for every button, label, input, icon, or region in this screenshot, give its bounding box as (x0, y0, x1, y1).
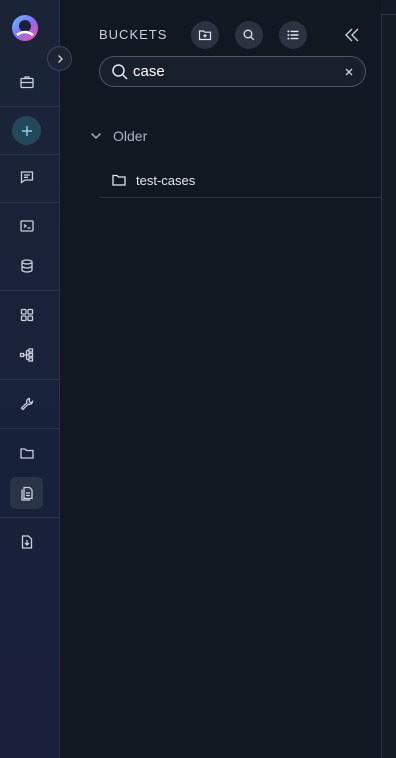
wrench-icon (20, 397, 33, 411)
folder-icon (19, 448, 34, 459)
search-toggle-button[interactable] (235, 21, 263, 49)
briefcase-button[interactable] (10, 66, 43, 98)
main-content-edge (381, 0, 396, 758)
new-folder-button[interactable] (191, 21, 219, 49)
rail-divider (0, 290, 60, 291)
grid-icon (20, 308, 33, 322)
database-button[interactable] (10, 250, 43, 282)
rail-divider (0, 202, 60, 203)
rail-divider (0, 428, 60, 429)
database-icon (20, 259, 33, 273)
grid-button[interactable] (10, 299, 43, 331)
rail-divider (0, 379, 60, 380)
workflow-button[interactable] (10, 339, 43, 371)
new-folder-icon (198, 30, 212, 41)
briefcase-icon (19, 76, 34, 89)
list-view-button[interactable] (279, 21, 307, 49)
app-logo-icon[interactable] (10, 13, 40, 43)
buckets-panel: BUCKETS Older (61, 0, 381, 758)
nav-rail (0, 0, 60, 758)
documents-icon (20, 486, 33, 501)
collapse-panel-icon[interactable] (341, 25, 363, 45)
folder-button[interactable] (10, 437, 43, 469)
search-box (99, 56, 366, 87)
expand-rail-button[interactable] (47, 46, 72, 71)
terminal-button[interactable] (10, 210, 43, 242)
group-older[interactable]: Older (89, 126, 147, 146)
bucket-item-label: test-cases (136, 172, 196, 188)
panel-title: BUCKETS (99, 27, 168, 42)
add-button[interactable] (12, 116, 41, 145)
tools-button[interactable] (10, 388, 43, 420)
terminal-icon (19, 220, 34, 232)
file-download-icon (21, 535, 32, 549)
chat-icon (20, 171, 33, 184)
chevron-right-icon (57, 54, 63, 63)
rail-divider (0, 106, 60, 107)
rail-divider (0, 154, 60, 155)
bucket-item[interactable]: test-cases (99, 163, 381, 198)
search-icon (112, 63, 128, 80)
chevron-down-icon (91, 133, 101, 139)
add-icon (21, 125, 32, 136)
folder-icon (112, 174, 126, 186)
list-icon (287, 30, 299, 40)
search-input[interactable] (133, 63, 333, 80)
search-icon (243, 29, 255, 41)
group-label: Older (113, 128, 148, 144)
file-download-button[interactable] (10, 526, 43, 558)
chat-button[interactable] (10, 161, 43, 193)
documents-button[interactable] (10, 477, 43, 509)
rail-divider (0, 517, 60, 518)
clear-search-icon[interactable] (343, 66, 355, 78)
workflow-icon (19, 348, 33, 362)
